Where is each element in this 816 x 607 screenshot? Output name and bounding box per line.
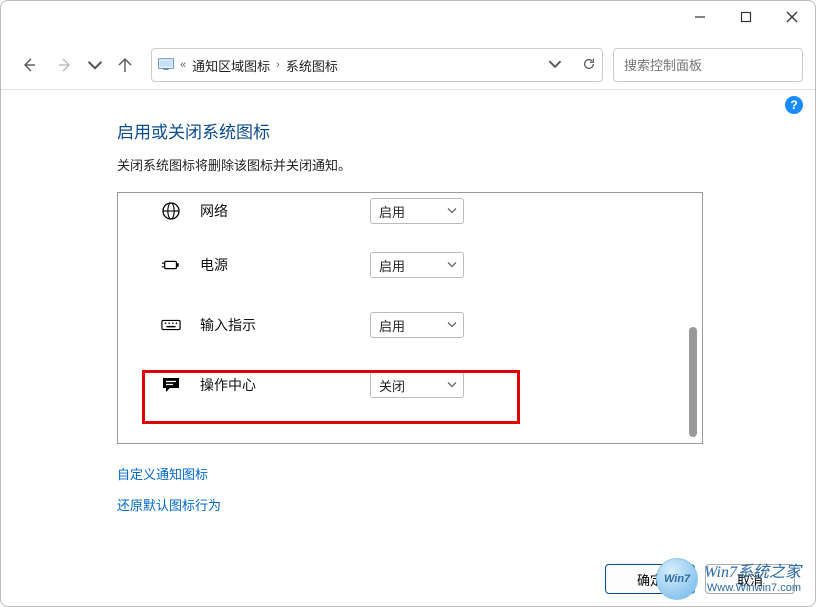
titlebar: [1, 1, 815, 41]
arrow-right-icon: [57, 57, 73, 73]
close-button[interactable]: [769, 1, 815, 33]
chevron-down-icon: [447, 204, 457, 219]
close-icon: [786, 11, 798, 23]
control-panel-icon: [158, 57, 174, 74]
search-box[interactable]: [613, 48, 803, 82]
action-center-icon: [160, 374, 182, 396]
content-area: ? 启用或关闭系统图标 关闭系统图标将删除该图标并关闭通知。 网络 启用 电源 …: [1, 90, 815, 514]
list-row-power: 电源 启用: [118, 235, 702, 295]
maximize-icon: [740, 11, 752, 23]
keyboard-icon: [160, 314, 182, 336]
maximize-button[interactable]: [723, 1, 769, 33]
refresh-icon: [582, 57, 596, 71]
row-select-ime[interactable]: 启用: [370, 312, 464, 338]
select-value: 启用: [379, 202, 405, 221]
minimize-icon: [694, 11, 706, 23]
row-label: 操作中心: [200, 375, 370, 395]
page-subtitle: 关闭系统图标将删除该图标并关闭通知。: [117, 155, 791, 174]
row-label: 电源: [200, 255, 370, 275]
minimize-button[interactable]: [677, 1, 723, 33]
breadcrumb-sep-icon: ›: [276, 59, 280, 71]
power-icon: [160, 254, 182, 276]
breadcrumb-current[interactable]: 系统图标: [286, 56, 338, 75]
row-select-action-center[interactable]: 关闭: [370, 372, 464, 398]
help-icon: ?: [790, 98, 797, 112]
address-dropdown[interactable]: [548, 57, 562, 74]
row-label: 网络: [200, 201, 370, 221]
forward-button[interactable]: [49, 49, 81, 81]
up-button[interactable]: [109, 49, 141, 81]
chevron-down-icon: [548, 57, 562, 71]
row-select-power[interactable]: 启用: [370, 252, 464, 278]
address-bar[interactable]: « 通知区域图标 › 系统图标: [151, 48, 603, 82]
page-title: 启用或关闭系统图标: [117, 118, 791, 143]
row-label: 输入指示: [200, 315, 370, 335]
link-customize-icons[interactable]: 自定义通知图标: [117, 464, 791, 483]
list-row-ime: 输入指示 启用: [118, 295, 702, 355]
help-button[interactable]: ?: [785, 96, 803, 114]
chevron-down-icon: [447, 258, 457, 273]
chevron-down-icon: [447, 318, 457, 333]
network-icon: [160, 200, 182, 222]
arrow-left-icon: [21, 57, 37, 73]
list-row-network: 网络 启用: [118, 192, 702, 235]
chevron-down-icon: [87, 57, 103, 73]
cancel-button[interactable]: 取消: [705, 564, 795, 594]
refresh-button[interactable]: [572, 57, 596, 74]
button-bar: 确定 取消: [605, 564, 795, 594]
row-select-network[interactable]: 启用: [370, 198, 464, 224]
window-controls: [677, 1, 815, 33]
navbar: « 通知区域图标 › 系统图标: [1, 41, 815, 89]
recent-dropdown[interactable]: [85, 49, 105, 81]
list-row-action-center: 操作中心 关闭: [118, 355, 702, 415]
chevron-down-icon: [447, 378, 457, 393]
search-input[interactable]: [622, 57, 802, 74]
ok-button[interactable]: 确定: [605, 564, 695, 594]
select-value: 关闭: [379, 376, 405, 395]
back-button[interactable]: [13, 49, 45, 81]
scrollbar-thumb[interactable]: [689, 327, 697, 437]
select-value: 启用: [379, 256, 405, 275]
arrow-up-icon: [117, 57, 133, 73]
select-value: 启用: [379, 316, 405, 335]
link-restore-defaults[interactable]: 还原默认图标行为: [117, 495, 791, 514]
breadcrumb-sep-icon: «: [180, 59, 186, 71]
scrollbar[interactable]: [686, 197, 700, 439]
breadcrumb-parent[interactable]: 通知区域图标: [192, 56, 270, 75]
icon-list: 网络 启用 电源 启用 输入指示 启用: [117, 192, 703, 444]
